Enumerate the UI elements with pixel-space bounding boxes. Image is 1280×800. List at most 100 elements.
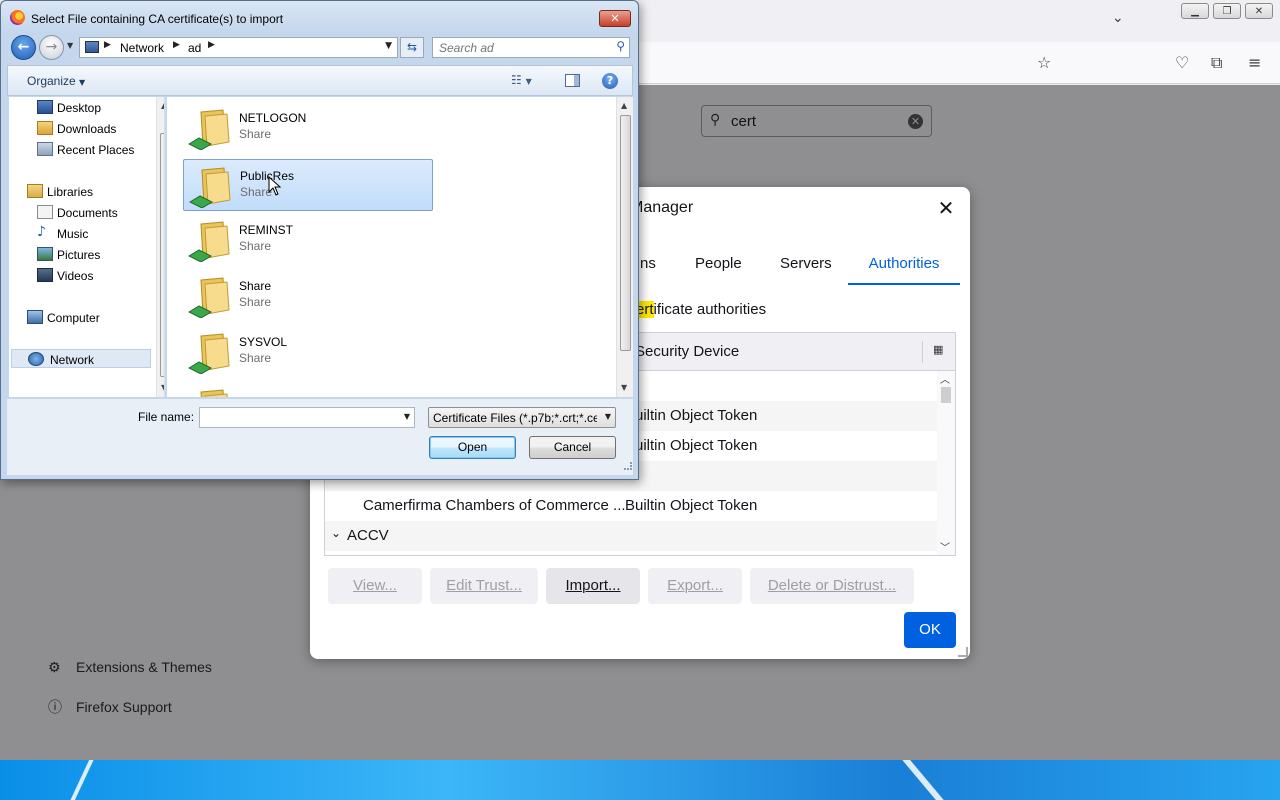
- scroll-thumb[interactable]: [620, 115, 631, 351]
- table-row[interactable]: Camerfirma Chambers of Commerce ... Buil…: [325, 491, 937, 521]
- list-item-partial[interactable]: [183, 382, 433, 397]
- scroll-down-icon[interactable]: ▼: [621, 383, 627, 392]
- wallpaper-streak: [67, 760, 97, 800]
- edit-trust-button[interactable]: Edit Trust...: [430, 568, 538, 604]
- file-name: REMINST: [239, 223, 293, 237]
- open-button[interactable]: Open: [429, 436, 516, 459]
- address-bar[interactable]: ▶ Network ▶ ad ▶ ▼: [79, 37, 398, 58]
- forward-button[interactable]: →: [39, 35, 64, 60]
- organize-menu[interactable]: Organize ▼: [27, 74, 85, 88]
- row-name: Camerfirma Chambers of Commerce ...: [363, 497, 626, 514]
- scroll-thumb[interactable]: [160, 133, 164, 377]
- breadcrumb-network[interactable]: Network: [120, 41, 164, 55]
- navigation-scrollbar[interactable]: ▲ ▼: [156, 97, 164, 397]
- network-location-icon: [85, 41, 99, 53]
- network-icon: [28, 352, 44, 366]
- search-field[interactable]: ⚲: [432, 37, 630, 58]
- refresh-button[interactable]: ⇆: [400, 37, 424, 58]
- restore-button[interactable]: ❐: [1213, 3, 1241, 19]
- file-type-select[interactable]: Certificate Files (*.p7b;*.crt;*.ce ▼: [428, 407, 616, 428]
- chevron-right-icon[interactable]: ▶: [173, 40, 180, 50]
- help-circle-icon: ⓘ: [48, 700, 62, 716]
- view-button[interactable]: View...: [328, 568, 422, 604]
- chevron-down-icon[interactable]: ▼: [404, 412, 410, 421]
- list-item[interactable]: NETLOGON Share: [183, 102, 433, 154]
- close-window-button[interactable]: ✕: [1245, 3, 1273, 19]
- tab-servers[interactable]: Servers: [780, 247, 832, 285]
- list-item[interactable]: REMINST Share: [183, 214, 433, 266]
- tab-authorities[interactable]: Authorities: [848, 247, 960, 285]
- scroll-down-icon[interactable]: ▼: [161, 383, 164, 392]
- shared-folder-icon: [187, 221, 230, 262]
- scroll-down-icon[interactable]: ﹀: [940, 539, 950, 554]
- firefox-logo-icon: [10, 10, 25, 25]
- import-button[interactable]: Import...: [546, 568, 640, 604]
- recent-locations-icon[interactable]: ▼: [67, 41, 73, 50]
- tab-label: Authorities: [868, 255, 940, 272]
- ok-button[interactable]: OK: [904, 612, 956, 648]
- address-row: ← → ▼ ▶ Network ▶ ad ▶ ▼ ⇆ ⚲: [7, 34, 633, 61]
- export-button[interactable]: Export...: [648, 568, 742, 604]
- row-device: Builtin Object Token: [625, 437, 758, 454]
- menu-icon[interactable]: ≡: [1248, 53, 1261, 72]
- wallpaper-streak: [901, 760, 945, 800]
- close-icon[interactable]: ✕: [934, 197, 958, 221]
- recent-places-icon: [37, 142, 53, 156]
- file-name-input[interactable]: ▼: [199, 407, 415, 428]
- file-name: SYSVOL: [239, 335, 288, 349]
- tab-label: Servers: [780, 255, 832, 272]
- search-input[interactable]: [439, 40, 609, 55]
- column-picker-icon[interactable]: ▦: [933, 343, 943, 356]
- scroll-up-icon[interactable]: ︿: [940, 371, 950, 386]
- resize-grip[interactable]: [624, 462, 632, 470]
- file-type: Share: [239, 127, 272, 141]
- firefox-support-label: Firefox Support: [76, 699, 172, 715]
- sidebar-item-network[interactable]: Network: [11, 349, 151, 368]
- pictures-icon: [37, 247, 53, 261]
- preview-pane-icon[interactable]: [565, 74, 580, 87]
- file-list-scrollbar[interactable]: ▲ ▼: [616, 97, 633, 397]
- shared-folder-icon: [187, 277, 230, 318]
- clear-search-icon[interactable]: ✕: [908, 114, 923, 129]
- settings-search-field[interactable]: ⚲ cert ✕: [701, 105, 932, 137]
- cancel-button[interactable]: Cancel: [529, 436, 616, 459]
- help-icon[interactable]: ?: [602, 73, 618, 89]
- downloads-icon: [37, 121, 53, 135]
- pocket-icon[interactable]: ♡: [1175, 53, 1189, 72]
- resize-grip[interactable]: [958, 647, 968, 657]
- scroll-up-icon[interactable]: ▲: [161, 101, 164, 110]
- column-security-device[interactable]: Security Device: [635, 343, 739, 360]
- list-all-tabs-icon[interactable]: ⌄: [1112, 10, 1124, 26]
- address-dropdown-icon[interactable]: ▼: [385, 41, 392, 51]
- firefox-support-link[interactable]: ⓘ Firefox Support: [48, 697, 172, 717]
- tab-your-certificates[interactable]: ns: [640, 247, 656, 285]
- tab-people[interactable]: People: [695, 247, 742, 285]
- scroll-up-icon[interactable]: ▲: [621, 101, 627, 110]
- list-item[interactable]: PublicRes Share: [183, 159, 433, 211]
- dialog-footer: File name: ▼ Certificate Files (*.p7b;*.…: [7, 399, 633, 475]
- bookmark-star-icon[interactable]: ☆: [1037, 53, 1051, 72]
- tree-group-row[interactable]: ⌄ ACCV: [325, 521, 937, 551]
- shared-folder-icon: [188, 167, 231, 208]
- breadcrumb-ad[interactable]: ad: [188, 41, 201, 55]
- back-button[interactable]: ←: [11, 35, 36, 60]
- settings-search-value: cert: [731, 113, 757, 130]
- tab-label: People: [695, 255, 742, 272]
- extensions-themes-link[interactable]: ⚙ Extensions & Themes: [48, 659, 212, 676]
- documents-icon: [37, 205, 53, 219]
- list-item[interactable]: Share Share: [183, 270, 433, 322]
- tree-scrollbar[interactable]: ︿ ﹀: [937, 371, 955, 555]
- minimize-button[interactable]: ▁: [1181, 3, 1209, 19]
- change-view-icon[interactable]: ☷ ▼: [511, 73, 532, 87]
- chevron-right-icon[interactable]: ▶: [208, 40, 215, 50]
- extensions-icon[interactable]: ⧉: [1211, 53, 1222, 73]
- close-button[interactable]: ✕: [599, 10, 631, 27]
- list-item[interactable]: SYSVOL Share: [183, 326, 433, 378]
- scroll-thumb[interactable]: [941, 387, 951, 403]
- chevron-down-icon[interactable]: ⌄: [331, 526, 341, 540]
- authorities-description: ertificate authorities: [636, 301, 767, 318]
- delete-distrust-button[interactable]: Delete or Distrust...: [750, 568, 914, 604]
- chevron-right-icon[interactable]: ▶: [104, 40, 111, 50]
- mouse-cursor-icon: [268, 176, 282, 196]
- dialog-title: Select File containing CA certificate(s)…: [31, 12, 284, 26]
